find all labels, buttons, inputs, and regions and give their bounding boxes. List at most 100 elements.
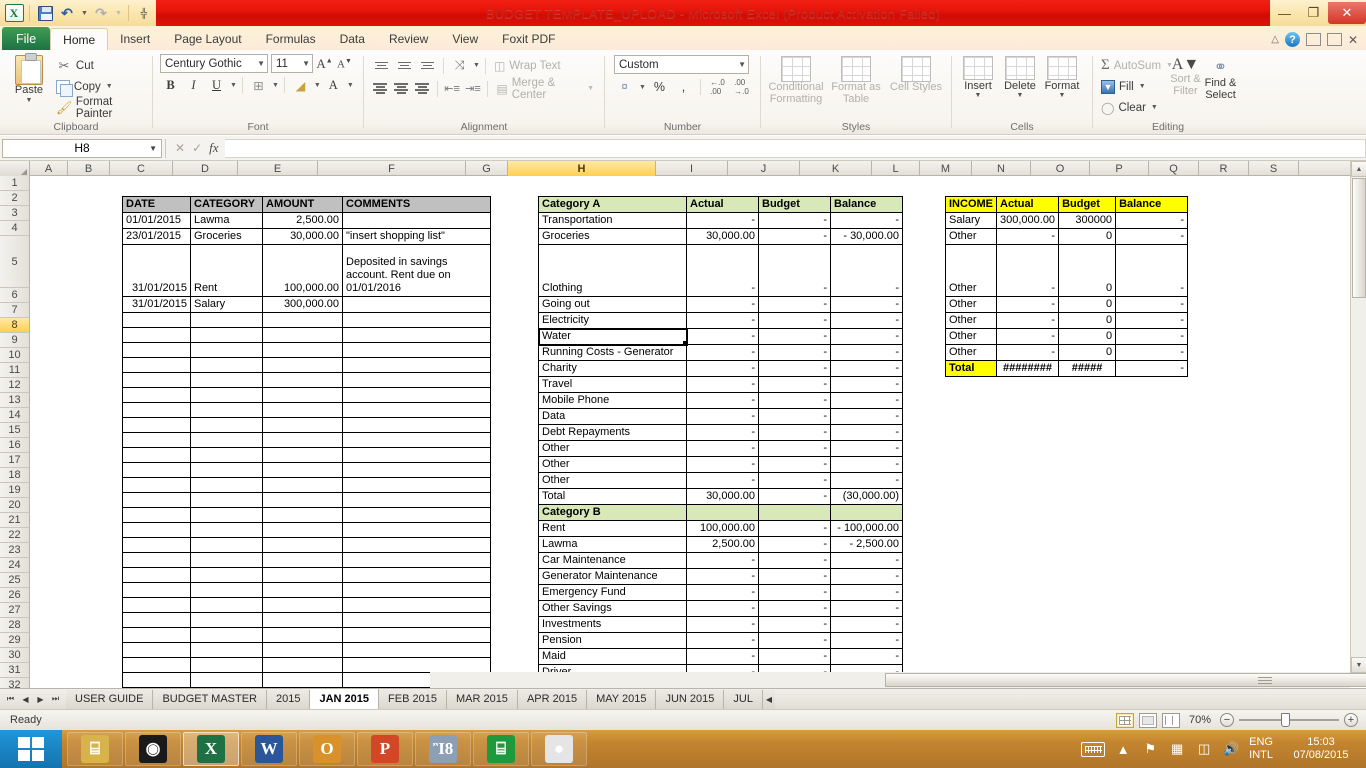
cell[interactable]: Maid bbox=[539, 649, 687, 665]
sheet-tab-jan-2015[interactable]: JAN 2015 bbox=[310, 689, 379, 710]
cell[interactable]: Going out bbox=[539, 297, 687, 313]
income-row[interactable]: Other-0- bbox=[946, 313, 1188, 329]
cell[interactable]: - bbox=[831, 393, 903, 409]
cell[interactable] bbox=[263, 523, 343, 538]
cell[interactable] bbox=[263, 403, 343, 418]
cell[interactable]: Other bbox=[946, 245, 997, 297]
transactions-table[interactable]: DATECATEGORYAMOUNTCOMMENTS01/01/2015Lawm… bbox=[122, 196, 491, 688]
sheet-tab-may-2015[interactable]: MAY 2015 bbox=[587, 690, 656, 709]
cell[interactable]: - bbox=[831, 361, 903, 377]
cell[interactable] bbox=[191, 658, 263, 673]
cell[interactable]: Emergency Fund bbox=[539, 585, 687, 601]
expense-row[interactable]: Mobile Phone--- bbox=[539, 393, 903, 409]
column-header-N[interactable]: N bbox=[972, 161, 1031, 176]
transaction-row-empty[interactable] bbox=[123, 418, 491, 433]
network-icon[interactable]: ⚑ bbox=[1141, 741, 1159, 757]
cell[interactable] bbox=[123, 583, 191, 598]
cell[interactable] bbox=[343, 583, 491, 598]
cell[interactable]: - bbox=[687, 377, 759, 393]
cell[interactable]: Other bbox=[946, 297, 997, 313]
cell[interactable]: - bbox=[759, 457, 831, 473]
column-header-B[interactable]: B bbox=[68, 161, 110, 176]
row-header-19[interactable]: 19 bbox=[0, 483, 30, 498]
cell[interactable]: - bbox=[831, 297, 903, 313]
header-budget[interactable]: Budget bbox=[1059, 197, 1116, 213]
cell[interactable] bbox=[191, 598, 263, 613]
cell[interactable]: - bbox=[831, 213, 903, 229]
align-right-icon[interactable] bbox=[413, 79, 432, 99]
cell[interactable]: - bbox=[831, 473, 903, 489]
cell[interactable] bbox=[191, 433, 263, 448]
column-header-E[interactable]: E bbox=[238, 161, 318, 176]
cell[interactable]: Other bbox=[946, 313, 997, 329]
transaction-row-empty[interactable] bbox=[123, 403, 491, 418]
cell[interactable]: Total bbox=[539, 489, 687, 505]
cell[interactable] bbox=[343, 418, 491, 433]
row-header-17[interactable]: 17 bbox=[0, 453, 30, 468]
cell[interactable] bbox=[191, 628, 263, 643]
row-header-13[interactable]: 13 bbox=[0, 393, 30, 408]
cell[interactable]: (30,000.00) bbox=[831, 489, 903, 505]
cell[interactable] bbox=[343, 448, 491, 463]
cell[interactable] bbox=[191, 478, 263, 493]
cell[interactable]: Other Savings bbox=[539, 601, 687, 617]
number-format-combo[interactable]: Custom▼ bbox=[614, 55, 749, 74]
taskbar-powerpoint[interactable]: P bbox=[357, 732, 413, 766]
cell[interactable]: 0 bbox=[1059, 297, 1116, 313]
cell[interactable]: Data bbox=[539, 409, 687, 425]
name-box-dropdown-icon[interactable]: ▼ bbox=[149, 144, 157, 153]
taskbar-file-explorer[interactable]: ⌸ bbox=[67, 732, 123, 766]
decrease-indent-icon[interactable]: ⇤≡ bbox=[443, 79, 462, 99]
cell[interactable] bbox=[191, 328, 263, 343]
tab-file[interactable]: File bbox=[2, 27, 50, 50]
cell[interactable]: - bbox=[759, 297, 831, 313]
transaction-row[interactable]: 23/01/2015Groceries30,000.00"insert shop… bbox=[123, 229, 491, 245]
cell[interactable]: Water bbox=[539, 329, 687, 345]
cell[interactable]: - bbox=[759, 553, 831, 569]
cell[interactable]: Groceries bbox=[191, 229, 263, 245]
cell[interactable]: - bbox=[1116, 361, 1188, 377]
start-button[interactable] bbox=[0, 730, 62, 768]
cell[interactable] bbox=[191, 358, 263, 373]
cell[interactable]: Other bbox=[539, 441, 687, 457]
cell[interactable]: 30,000.00 bbox=[687, 489, 759, 505]
page-layout-view-icon[interactable] bbox=[1139, 713, 1157, 728]
column-header-S[interactable]: S bbox=[1249, 161, 1299, 176]
transaction-row-empty[interactable] bbox=[123, 523, 491, 538]
cell[interactable]: ######## bbox=[997, 361, 1059, 377]
cell[interactable]: - bbox=[759, 441, 831, 457]
column-header-H[interactable]: H bbox=[508, 161, 656, 176]
cell[interactable]: - bbox=[759, 393, 831, 409]
cell[interactable] bbox=[263, 433, 343, 448]
cell[interactable]: - bbox=[1116, 245, 1188, 297]
next-sheet-icon[interactable]: ▶ bbox=[34, 692, 47, 706]
expense-row[interactable]: Other--- bbox=[539, 473, 903, 489]
transaction-row-empty[interactable] bbox=[123, 448, 491, 463]
zoom-in-button[interactable]: + bbox=[1344, 713, 1358, 727]
merge-center-button[interactable]: ▤ Merge & Center ▼ bbox=[493, 78, 597, 99]
cell[interactable]: Debt Repayments bbox=[539, 425, 687, 441]
expense-row[interactable]: Charity--- bbox=[539, 361, 903, 377]
cell[interactable]: - bbox=[759, 649, 831, 665]
column-header-L[interactable]: L bbox=[872, 161, 920, 176]
cell[interactable] bbox=[343, 613, 491, 628]
cell[interactable]: - bbox=[687, 649, 759, 665]
cell[interactable] bbox=[343, 403, 491, 418]
borders-dropdown-icon[interactable]: ▼ bbox=[272, 82, 279, 89]
transaction-row-empty[interactable] bbox=[123, 493, 491, 508]
cell[interactable] bbox=[263, 358, 343, 373]
taskbar-paint[interactable]: Ἲ8 bbox=[415, 732, 471, 766]
cell[interactable]: - bbox=[759, 537, 831, 553]
show-hidden-icons[interactable]: ▲ bbox=[1114, 741, 1132, 757]
transaction-row-empty[interactable] bbox=[123, 613, 491, 628]
cell[interactable] bbox=[343, 463, 491, 478]
cell[interactable] bbox=[123, 523, 191, 538]
select-all-corner[interactable] bbox=[0, 161, 30, 176]
expense-row[interactable]: Running Costs - Generator--- bbox=[539, 345, 903, 361]
horizontal-scroll-thumb[interactable] bbox=[885, 673, 1366, 687]
income-row[interactable]: Other-0- bbox=[946, 297, 1188, 313]
cell[interactable] bbox=[191, 313, 263, 328]
cell[interactable]: - bbox=[831, 313, 903, 329]
insert-cells-button[interactable]: Insert ▼ bbox=[957, 55, 999, 99]
cell[interactable] bbox=[191, 493, 263, 508]
